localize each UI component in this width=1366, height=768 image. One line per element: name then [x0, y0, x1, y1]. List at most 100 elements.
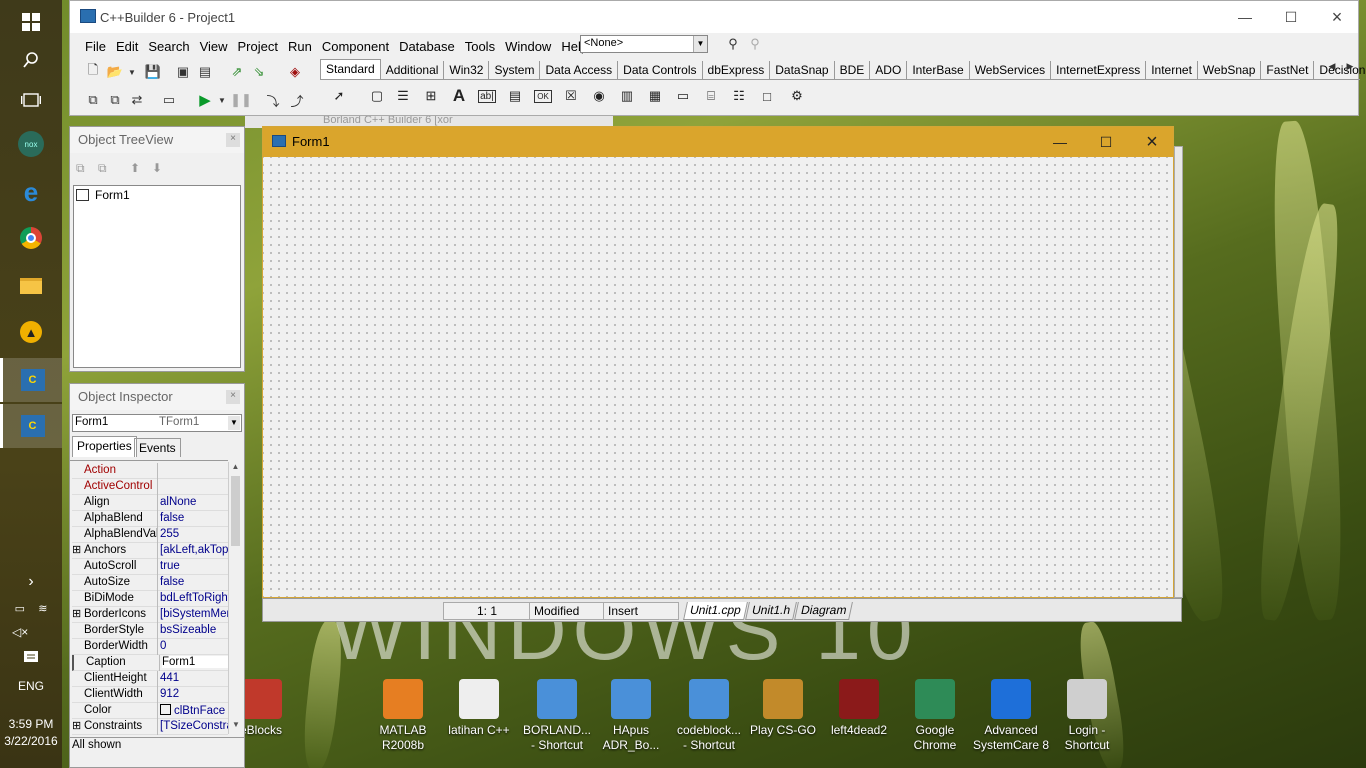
clock-date[interactable]: 3/22/2016 [0, 734, 62, 748]
treeview-close-button[interactable]: × [226, 133, 240, 147]
property-row[interactable]: BorderWidth 0 [72, 639, 228, 655]
property-row[interactable]: ⊞ Anchors [akLeft,akTop [72, 543, 228, 559]
property-row[interactable]: BiDiMode bdLeftToRight [72, 591, 228, 607]
palette-scroll-right[interactable]: ▶ [1344, 59, 1356, 73]
trace-into-button[interactable]: ⤵ [262, 89, 284, 111]
taskbar-file-explorer[interactable] [0, 264, 62, 308]
groupbox-component[interactable]: ⌸ [700, 85, 722, 107]
scroll-thumb[interactable] [231, 476, 240, 546]
property-value[interactable]: bdLeftToRight [160, 592, 228, 604]
edit-component[interactable]: ab| [476, 85, 498, 107]
desktop-icon[interactable]: Play CS-GO [744, 679, 822, 738]
palette-tab-internetexpress[interactable]: InternetExpress [1051, 61, 1147, 79]
scroll-down-arrow[interactable]: ▼ [229, 720, 243, 734]
remove-from-project-button[interactable]: ⇘ [248, 61, 270, 83]
desktop-icon[interactable]: Login - Shortcut [1048, 679, 1126, 753]
form-close-button[interactable]: × [1129, 126, 1175, 158]
language-indicator[interactable]: ENG [0, 679, 62, 693]
inspector-object-selector[interactable]: Form1 TForm1 ▼ [72, 414, 242, 432]
property-value[interactable]: Form1 [162, 656, 228, 668]
palette-tab-additional[interactable]: Additional [381, 61, 445, 79]
palette-tab-internet[interactable]: Internet [1146, 61, 1198, 79]
checkbox-component[interactable]: ☒ [560, 85, 582, 107]
button-component[interactable]: OK [532, 85, 554, 107]
treeview-new-item-button[interactable]: ⧉ [76, 161, 85, 176]
palette-scroll-left[interactable]: ◀ [1326, 59, 1338, 73]
maximize-button[interactable]: ☐ [1268, 1, 1314, 33]
open-button[interactable]: 📂 [104, 61, 126, 83]
palette-tab-win32[interactable]: Win32 [444, 61, 490, 79]
property-row[interactable]: AutoScroll true [72, 559, 228, 575]
menu-component[interactable]: Component [317, 39, 394, 54]
frames-component[interactable]: ▢ [366, 85, 388, 107]
property-value[interactable]: 441 [160, 672, 228, 684]
palette-tab-fastnet[interactable]: FastNet [1261, 61, 1315, 79]
run-button[interactable]: ▶ [194, 89, 216, 111]
palette-tab-ado[interactable]: ADO [870, 61, 908, 79]
property-row[interactable]: Color clBtnFace [72, 703, 228, 719]
desktop-icon[interactable]: MATLAB R2008b [364, 679, 442, 753]
radiobutton-component[interactable]: ◉ [588, 85, 610, 107]
property-row[interactable]: ⊞ BorderIcons [biSystemMen [72, 607, 228, 623]
menu-edit[interactable]: Edit [111, 39, 143, 54]
config-combobox[interactable]: <None> ▼ [580, 35, 708, 53]
taskbar-cbuilder-1[interactable]: C [0, 358, 62, 402]
property-grid-scrollbar[interactable]: ▲ ▼ [228, 462, 242, 734]
chevron-down-icon[interactable]: ▼ [693, 36, 707, 52]
property-value[interactable]: [TSizeConstra [160, 720, 228, 732]
pointer-tool[interactable]: ➚ [328, 85, 350, 107]
treeview-tree[interactable]: Form1 [73, 185, 241, 368]
property-row[interactable]: ClientHeight 441 [72, 671, 228, 687]
menu-database[interactable]: Database [394, 39, 460, 54]
property-value[interactable]: 0 [160, 640, 228, 652]
save-all-button[interactable]: ▣ [172, 61, 194, 83]
help-contents-button[interactable]: ◈ [284, 61, 306, 83]
palette-tab-interbase[interactable]: InterBase [907, 61, 970, 79]
panel-component[interactable]: □ [756, 85, 778, 107]
desktop-icon[interactable]: codeblock... - Shortcut [670, 679, 748, 753]
combobox-component[interactable]: ▦ [644, 85, 666, 107]
property-value[interactable]: clBtnFace [160, 704, 228, 717]
menu-project[interactable]: Project [233, 39, 283, 54]
scroll-up-arrow[interactable]: ▲ [229, 462, 242, 476]
property-row[interactable]: Align alNone [72, 495, 228, 511]
property-row[interactable]: ActiveControl [72, 479, 228, 495]
radiogroup-component[interactable]: ☷ [728, 85, 750, 107]
add-to-project-button[interactable]: ⇗ [226, 61, 248, 83]
tree-node-form1[interactable]: Form1 [76, 188, 130, 202]
property-value[interactable]: true [160, 560, 228, 572]
desktop-icon[interactable]: Advanced SystemCare 8 [972, 679, 1050, 753]
desktop-icon[interactable]: Google Chrome [896, 679, 974, 753]
property-value[interactable]: 255 [160, 528, 228, 540]
property-row[interactable]: Caption Form1 [72, 655, 228, 671]
desktop-icon[interactable]: HApus ADR_Bo... [592, 679, 670, 753]
menu-tools[interactable]: Tools [460, 39, 500, 54]
property-row[interactable]: ⊞ Constraints [TSizeConstra [72, 719, 228, 735]
treeview-delete-item-button[interactable]: ⧉ [98, 161, 107, 176]
menu-view[interactable]: View [195, 39, 233, 54]
listbox-component[interactable]: ▥ [616, 85, 638, 107]
view-unit-button[interactable]: ⧉ [82, 89, 104, 111]
property-value[interactable]: [biSystemMen [160, 608, 228, 620]
desktop-icon[interactable]: left4dead2 [820, 679, 898, 738]
menu-search[interactable]: Search [143, 39, 194, 54]
inspector-close-button[interactable]: × [226, 390, 240, 404]
toggle-form-unit-button[interactable]: ⇄ [126, 89, 148, 111]
open-dropdown-button[interactable]: ▼ [126, 61, 138, 83]
code-editor-scrollbar[interactable] [1174, 146, 1183, 598]
tab-properties[interactable]: Properties [72, 436, 137, 457]
menu-run[interactable]: Run [283, 39, 317, 54]
step-over-button[interactable]: ⤴ [286, 89, 308, 111]
palette-tab-bde[interactable]: BDE [835, 61, 871, 79]
taskbar-app-triangle[interactable]: ▲ [0, 310, 62, 354]
expand-plus-icon[interactable]: ⊞ [72, 543, 81, 556]
close-button[interactable]: × [1314, 1, 1360, 33]
palette-tab-system[interactable]: System [489, 61, 541, 79]
task-view-button[interactable] [0, 78, 62, 122]
property-value[interactable]: [akLeft,akTop [160, 544, 228, 556]
open-project-button[interactable]: ▤ [194, 61, 216, 83]
taskbar-edge[interactable]: e [0, 170, 62, 214]
chevron-down-icon[interactable]: ▼ [228, 416, 240, 430]
palette-tab-websnap[interactable]: WebSnap [1198, 61, 1262, 79]
palette-tab-datasnap[interactable]: DataSnap [770, 61, 835, 79]
